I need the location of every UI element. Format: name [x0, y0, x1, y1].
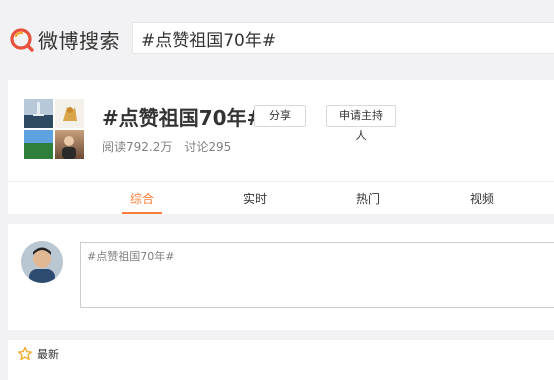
share-button[interactable]: 分享: [254, 105, 306, 127]
topic-cover-image: [24, 99, 84, 159]
star-icon: [17, 346, 33, 362]
post-textarea[interactable]: #点赞祖国70年#: [80, 242, 554, 308]
tab-hot[interactable]: 热门: [338, 190, 398, 207]
active-tab-indicator: [122, 212, 162, 214]
latest-label: 最新: [37, 348, 59, 361]
search-input[interactable]: [141, 28, 554, 48]
tab-comprehensive[interactable]: 综合: [112, 190, 172, 207]
topic-stats: 阅读792.2万 讨论295: [102, 138, 231, 155]
avatar[interactable]: [21, 241, 63, 283]
logo-text: 微博搜索: [38, 28, 120, 53]
search-box[interactable]: [132, 22, 554, 54]
cover-tile-landscape: [24, 130, 53, 159]
post-composer: #点赞祖国70年#: [8, 224, 554, 330]
tab-video[interactable]: 视频: [452, 190, 512, 207]
cover-tile-portrait: [55, 130, 84, 159]
tab-realtime[interactable]: 实时: [225, 190, 285, 207]
read-count: 阅读792.2万: [102, 140, 173, 154]
cover-tile-emblem: [55, 99, 84, 128]
weibo-search-logo[interactable]: 微博搜索: [8, 22, 120, 56]
header-bar: 微博搜索: [0, 0, 554, 78]
discussion-count: 讨论295: [184, 140, 232, 154]
search-logo-icon: [8, 25, 36, 53]
latest-section: 最新: [8, 340, 554, 380]
latest-header: 最新: [17, 346, 59, 362]
topic-title: #点赞祖国70年#: [102, 106, 264, 130]
topic-tabs: 综合 实时 热门 视频: [8, 181, 554, 215]
topic-card: #点赞祖国70年# 分享 申请主持人 阅读792.2万 讨论295 综合 实时 …: [8, 80, 554, 214]
cover-tile-monument: [24, 99, 53, 128]
apply-host-button[interactable]: 申请主持人: [326, 105, 396, 142]
